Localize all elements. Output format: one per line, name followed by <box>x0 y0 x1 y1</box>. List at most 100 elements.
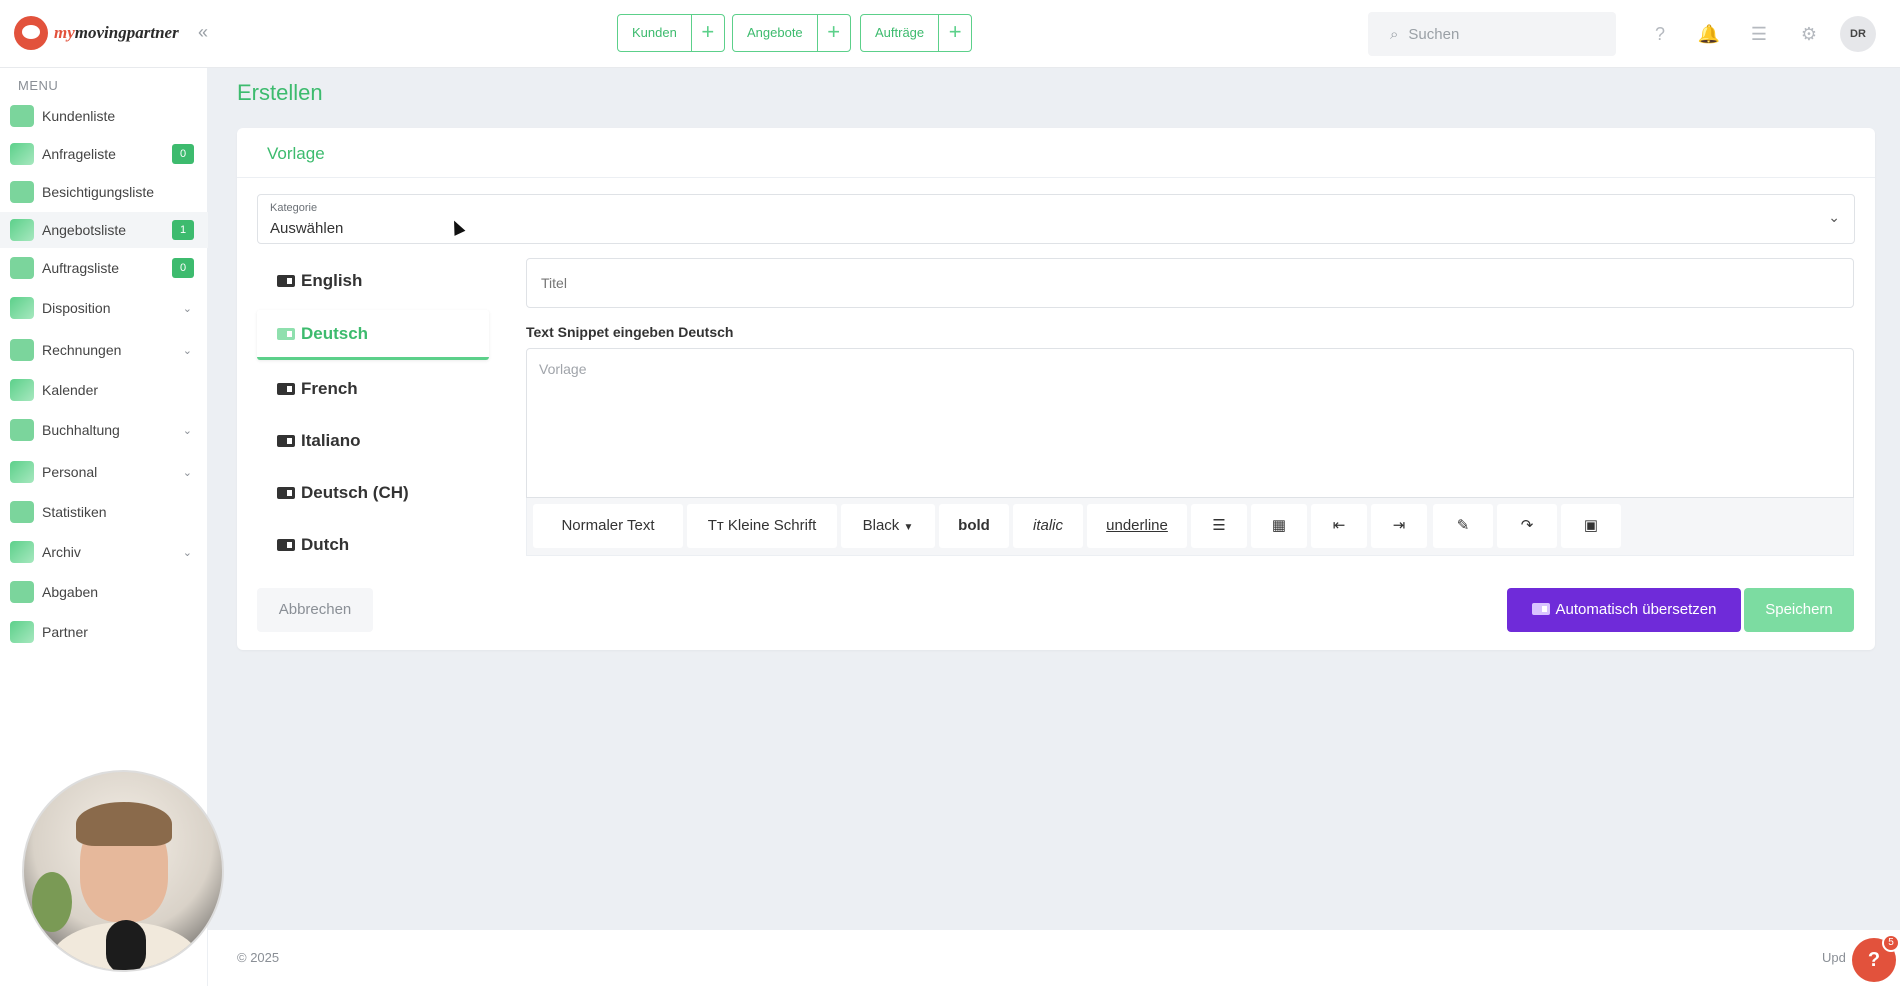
calendar-icon <box>10 379 34 401</box>
category-select[interactable]: Kategorie Auswählen ⌄ <box>257 194 1855 244</box>
sidebar-item-kundenliste[interactable]: Kundenliste <box>0 98 208 134</box>
brand-logo[interactable]: mymovingpartner <box>14 16 179 50</box>
sidebar-item-rechnungen[interactable]: Rechnungen ⌄ <box>0 332 208 368</box>
sidebar-item-abgaben[interactable]: Abgaben <box>0 574 208 610</box>
tab-label: Italiano <box>301 431 361 450</box>
help-badge: 5 <box>1882 934 1900 952</box>
small-text-button[interactable]: Tт Kleine Schrift <box>687 504 837 548</box>
tab-label: Deutsch (CH) <box>301 483 409 502</box>
sidebar-item-label: Buchhaltung <box>42 422 120 438</box>
translate-icon <box>277 383 295 395</box>
page-title: Erstellen <box>237 80 323 105</box>
sidebar-item-buchhaltung[interactable]: Buchhaltung ⌄ <box>0 412 208 448</box>
auto-translate-button[interactable]: Automatisch übersetzen <box>1507 588 1741 632</box>
house-icon <box>10 181 34 203</box>
quick-kunden-link[interactable]: Kunden <box>618 15 692 51</box>
logo-mark-icon <box>14 16 48 50</box>
sidebar-item-personal[interactable]: Personal ⌄ <box>0 454 208 490</box>
sidebar-item-anfrageliste[interactable]: Anfrageliste 0 <box>0 136 208 172</box>
indent-icon[interactable]: ⇥ <box>1371 504 1427 548</box>
sidebar-item-statistiken[interactable]: Statistiken <box>0 494 208 530</box>
title-input[interactable] <box>526 258 1854 308</box>
sidebar-item-label: Abgaben <box>42 584 99 600</box>
translate-icon <box>277 275 295 287</box>
editor-toolbar: Normaler Text Tт Kleine Schrift Black ▼ … <box>526 498 1854 556</box>
accounting-icon <box>10 419 34 441</box>
checklist-icon[interactable]: ☰ <box>1747 22 1771 46</box>
add-angebot-icon[interactable]: + <box>818 15 850 51</box>
sidebar-item-label: Besichtigungsliste <box>42 184 155 200</box>
bold-button[interactable]: bold <box>939 504 1009 548</box>
bell-icon[interactable]: 🔔 <box>1697 22 1721 46</box>
underline-button[interactable]: underline <box>1087 504 1187 548</box>
count-badge: 0 <box>172 144 194 164</box>
table-icon[interactable]: ▦ <box>1251 504 1307 548</box>
tab-italiano[interactable]: Italiano <box>257 416 489 466</box>
copyright: © 2025 <box>237 950 280 965</box>
sidebar-item-label: Rechnungen <box>42 342 122 358</box>
sidebar-item-disposition[interactable]: Disposition ⌄ <box>0 290 208 326</box>
footer: © 2025 Upd <box>208 930 1900 986</box>
collapse-sidebar-icon[interactable]: « <box>198 22 208 43</box>
quick-kunden: Kunden + <box>617 14 725 52</box>
sidebar-item-label: Archiv <box>42 544 81 560</box>
offer-icon <box>10 219 34 241</box>
sidebar-item-auftragsliste[interactable]: Auftragsliste 0 <box>0 250 208 286</box>
snippet-editor[interactable]: Vorlage <box>526 348 1854 498</box>
tab-french[interactable]: French <box>257 364 489 414</box>
handshake-icon <box>10 621 34 643</box>
card-title: Vorlage <box>267 144 325 163</box>
sidebar-item-archiv[interactable]: Archiv ⌄ <box>0 534 208 570</box>
count-badge: 0 <box>172 258 194 278</box>
update-link[interactable]: Upd <box>1822 950 1846 965</box>
help-icon[interactable]: ? <box>1648 22 1672 46</box>
chevron-down-icon: ⌄ <box>1828 209 1840 225</box>
search-icon: ⌕ <box>1390 25 1399 43</box>
chevron-down-icon: ⌄ <box>182 546 192 559</box>
quick-auftraege-link[interactable]: Aufträge <box>861 15 940 51</box>
plant-shape <box>32 872 72 932</box>
translate-icon <box>1531 603 1550 615</box>
save-button[interactable]: Speichern <box>1744 588 1854 632</box>
redo-icon[interactable]: ↷ <box>1497 504 1557 548</box>
quick-angebote-link[interactable]: Angebote <box>733 15 818 51</box>
quick-auftraege: Aufträge + <box>860 14 973 52</box>
tab-label: Deutsch <box>301 323 369 343</box>
italic-button[interactable]: italic <box>1013 504 1083 548</box>
translate-icon <box>277 487 295 499</box>
add-auftrag-icon[interactable]: + <box>939 15 971 51</box>
user-avatar[interactable]: DR <box>1840 16 1876 52</box>
microphone-icon <box>106 920 146 970</box>
color-dropdown[interactable]: Black ▼ <box>841 504 935 548</box>
count-badge: 1 <box>172 220 194 240</box>
normal-text-button[interactable]: Normaler Text <box>533 504 683 548</box>
brand-name: mymovingpartner <box>54 23 179 42</box>
add-kunde-icon[interactable]: + <box>692 15 724 51</box>
tab-deutsch[interactable]: Deutsch <box>257 310 489 360</box>
chevron-down-icon: ⌄ <box>182 344 192 357</box>
list-icon[interactable]: ☰ <box>1191 504 1247 548</box>
sidebar-item-kalender[interactable]: Kalender <box>0 372 208 408</box>
category-value: Auswählen <box>270 220 344 237</box>
sidebar-item-label: Personal <box>42 464 98 480</box>
translate-icon <box>277 327 295 340</box>
chevron-down-icon: ⌄ <box>182 424 192 437</box>
stats-icon <box>10 501 34 523</box>
sidebar-item-partner[interactable]: Partner <box>0 614 208 650</box>
sidebar-item-angebotsliste[interactable]: Angebotsliste 1 <box>0 212 208 248</box>
sidebar-item-label: Partner <box>42 624 88 640</box>
sidebar-item-besichtigungsliste[interactable]: Besichtigungsliste <box>0 174 208 210</box>
disposition-icon <box>10 297 34 319</box>
outdent-icon[interactable]: ⇤ <box>1311 504 1367 548</box>
tab-dutch[interactable]: Dutch <box>257 520 489 570</box>
gear-icon[interactable]: ⚙ <box>1797 22 1821 46</box>
person-hair <box>76 802 172 846</box>
cancel-button[interactable]: Abbrechen <box>257 588 373 632</box>
pencil-icon[interactable]: ✎ <box>1433 504 1493 548</box>
search-field[interactable]: ⌕ Suchen <box>1368 12 1616 56</box>
translate-icon <box>277 435 295 447</box>
tab-deutsch-ch[interactable]: Deutsch (CH) <box>257 468 489 518</box>
image-icon[interactable]: ▣ <box>1561 504 1621 548</box>
tab-english[interactable]: English <box>257 256 489 306</box>
sidebar-item-label: Anfrageliste <box>42 146 116 162</box>
